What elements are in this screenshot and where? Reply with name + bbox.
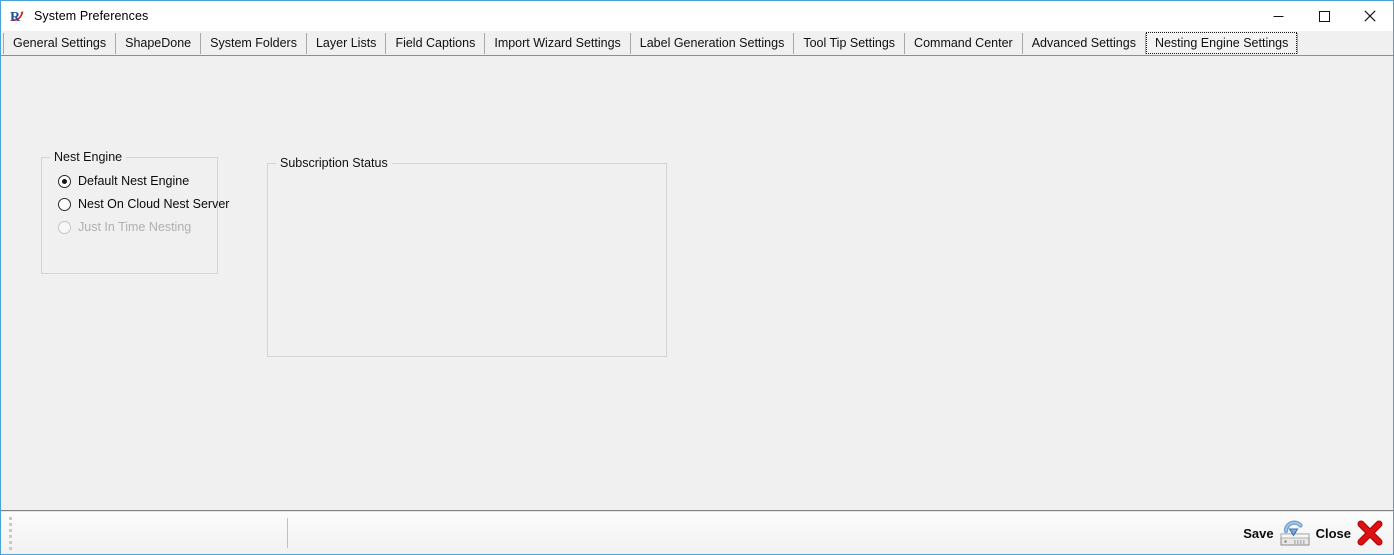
close-button[interactable]: Close — [1314, 518, 1387, 548]
minimize-button[interactable] — [1255, 1, 1301, 31]
nest-engine-legend: Nest Engine — [50, 150, 127, 164]
radio-indicator-icon — [58, 220, 71, 234]
tab-label-generation-settings[interactable]: Label Generation Settings — [630, 33, 795, 54]
tab-system-folders[interactable]: System Folders — [201, 33, 307, 54]
subscription-status-groupbox: Subscription Status — [267, 156, 667, 357]
window-controls — [1255, 1, 1393, 31]
app-logo-r-icon: R — [10, 8, 26, 25]
radio-default-nest-engine[interactable]: Default Nest Engine — [58, 174, 189, 188]
tab-advanced-settings[interactable]: Advanced Settings — [1022, 33, 1146, 54]
nest-engine-groupbox: Nest Engine Default Nest Engine Nest On … — [41, 150, 229, 274]
maximize-button[interactable] — [1301, 1, 1347, 31]
grip-dots-icon[interactable] — [4, 513, 16, 553]
status-bar-actions: Save Close — [1241, 512, 1387, 554]
radio-label: Nest On Cloud Nest Server — [78, 197, 230, 211]
tab-shapedone[interactable]: ShapeDone — [116, 33, 202, 54]
close-button-label: Close — [1315, 525, 1351, 541]
save-button[interactable]: Save — [1241, 517, 1313, 549]
tab-nesting-engine-settings[interactable]: Nesting Engine Settings — [1145, 32, 1298, 54]
title-bar: R System Preferences — [1, 1, 1393, 31]
radio-just-in-time-nesting: Just In Time Nesting — [58, 220, 191, 234]
tab-field-captions[interactable]: Field Captions — [386, 33, 486, 54]
status-bar-separator — [287, 518, 288, 548]
tab-list: General Settings ShapeDone System Folder… — [1, 31, 1393, 55]
radio-label: Default Nest Engine — [78, 174, 190, 188]
tab-general-settings[interactable]: General Settings — [3, 33, 117, 54]
radio-indicator-icon — [58, 174, 71, 188]
tab-strip-endcap — [1297, 33, 1299, 54]
nesting-engine-settings-panel: Nest Engine Default Nest Engine Nest On … — [1, 56, 1393, 511]
radio-nest-on-cloud-nest-server[interactable]: Nest On Cloud Nest Server — [58, 197, 229, 211]
minimize-icon — [1273, 15, 1283, 17]
window-title: System Preferences — [34, 9, 149, 23]
tab-import-wizard-settings[interactable]: Import Wizard Settings — [485, 33, 631, 54]
red-x-icon — [1357, 520, 1383, 546]
tab-layer-lists[interactable]: Layer Lists — [306, 33, 387, 54]
radio-label: Just In Time Nesting — [78, 220, 192, 234]
close-icon — [1364, 10, 1376, 22]
tab-tool-tip-settings[interactable]: Tool Tip Settings — [794, 33, 906, 54]
status-bar: Save Close — [1, 511, 1393, 554]
tab-command-center[interactable]: Command Center — [905, 33, 1023, 54]
tab-strip: General Settings ShapeDone System Folder… — [1, 31, 1393, 56]
save-button-label: Save — [1243, 525, 1274, 541]
subscription-status-legend: Subscription Status — [276, 156, 392, 170]
radio-indicator-icon — [58, 197, 71, 211]
system-preferences-window: R System Preferences General Settings Sh… — [0, 0, 1394, 555]
close-window-button[interactable] — [1347, 1, 1393, 31]
save-disk-icon — [1280, 520, 1310, 546]
maximize-icon — [1318, 10, 1330, 22]
